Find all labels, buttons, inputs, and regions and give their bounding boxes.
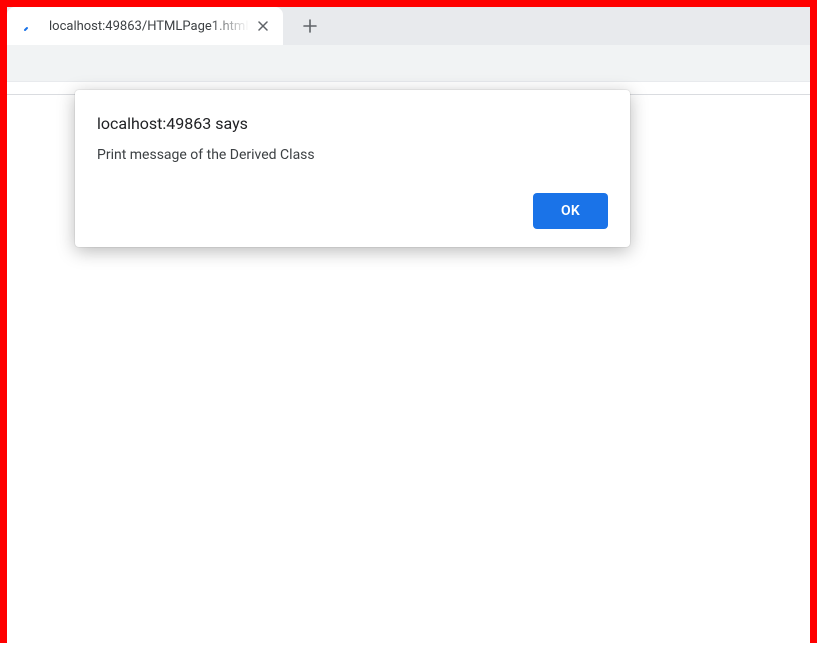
ok-button[interactable]: OK — [533, 193, 608, 229]
active-tab[interactable]: localhost:49863/HTMLPage1.html — [7, 7, 283, 45]
javascript-alert-dialog: localhost:49863 says Print message of th… — [75, 90, 630, 247]
new-tab-button[interactable] — [295, 11, 325, 41]
dialog-message: Print message of the Derived Class — [97, 147, 608, 163]
browser-tab-bar: localhost:49863/HTMLPage1.html — [7, 7, 810, 45]
close-tab-button[interactable] — [255, 18, 271, 34]
browser-toolbar — [7, 45, 810, 82]
dialog-title: localhost:49863 says — [97, 114, 608, 133]
tab-title: localhost:49863/HTMLPage1.html — [49, 19, 249, 34]
page-content: localhost:49863 says Print message of th… — [7, 95, 810, 648]
dialog-button-row: OK — [97, 193, 608, 229]
loading-favicon-icon — [23, 18, 39, 34]
